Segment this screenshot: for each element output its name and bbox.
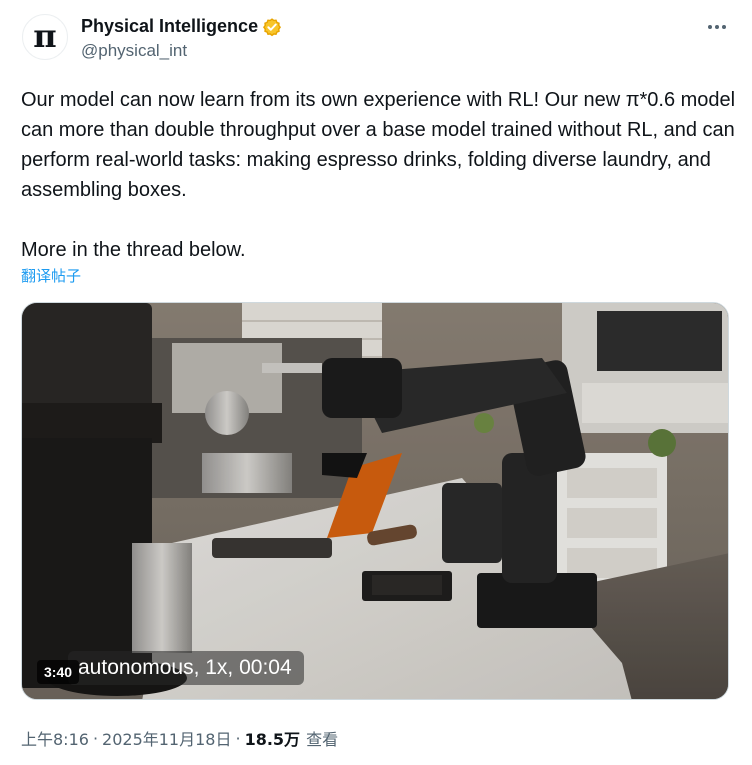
views-count[interactable]: 18.5万 bbox=[245, 726, 300, 750]
post-card: π Physical Intelligence @physical_int Ou… bbox=[0, 0, 752, 765]
video-duration-badge: 3:40 bbox=[37, 660, 80, 684]
post-time[interactable]: 上午8:16 bbox=[21, 726, 89, 750]
more-options-button[interactable] bbox=[700, 14, 734, 40]
post-date[interactable]: 2025年11月18日 bbox=[102, 726, 231, 750]
post-text: Our model can now learn from its own exp… bbox=[21, 85, 736, 265]
avatar[interactable]: π bbox=[22, 14, 68, 60]
meta-separator: · bbox=[92, 728, 99, 748]
more-horizontal-icon bbox=[708, 25, 726, 29]
verified-badge-icon bbox=[263, 17, 282, 36]
avatar-logo: π bbox=[33, 17, 57, 55]
post-paragraph: More in the thread below. bbox=[21, 239, 246, 261]
meta-separator: · bbox=[235, 728, 241, 748]
video-player[interactable]: autonomous, 1x, 00:04 3:40 bbox=[21, 302, 729, 700]
author-name-row[interactable]: Physical Intelligence bbox=[81, 16, 282, 37]
author-handle[interactable]: @physical_int bbox=[81, 41, 187, 61]
views-label: 查看 bbox=[306, 730, 339, 749]
author-name[interactable]: Physical Intelligence bbox=[81, 16, 258, 37]
translate-post-link[interactable]: 翻译帖子 bbox=[21, 265, 81, 286]
post-meta: 上午8:16 · 2025年11月18日 · 18.5万 查看 bbox=[21, 726, 338, 750]
post-paragraph: Our model can now learn from its own exp… bbox=[21, 89, 736, 201]
video-frame bbox=[22, 303, 728, 699]
video-caption: autonomous, 1x, 00:04 bbox=[68, 651, 304, 685]
